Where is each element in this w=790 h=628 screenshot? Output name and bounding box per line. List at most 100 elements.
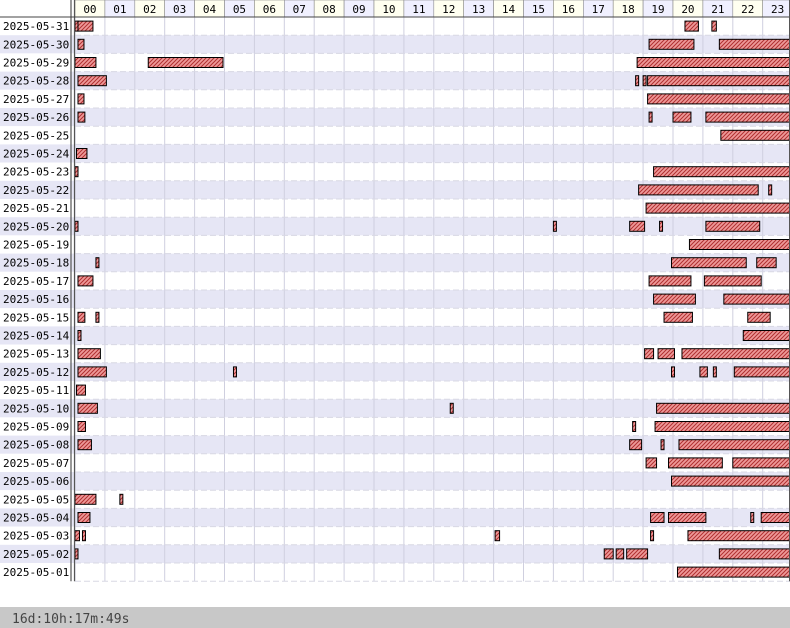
activity-bar xyxy=(77,330,82,341)
activity-bar xyxy=(648,111,653,123)
hour-tick-label: 05 xyxy=(233,3,246,16)
hour-tick-label: 19 xyxy=(651,3,664,16)
row-background xyxy=(0,544,790,563)
hour-header: 00 01 02 03 04 05 06 07 08 09 10 11 12 13 14 15 16 17 18 19… xyxy=(0,0,790,18)
activity-bar xyxy=(449,402,454,414)
date-label: 2025-05-28 xyxy=(3,75,69,88)
activity-bar xyxy=(681,348,790,360)
activity-bar xyxy=(760,512,790,523)
hour-tick-label: 22 xyxy=(741,3,754,16)
activity-bar xyxy=(756,257,777,269)
activity-bar xyxy=(632,421,637,432)
date-label: 2025-05-27 xyxy=(3,93,69,106)
activity-bar xyxy=(232,366,237,378)
hour-tick-label: 12 xyxy=(442,3,455,16)
row-background xyxy=(0,326,790,345)
activity-bar xyxy=(732,457,790,469)
activity-bar xyxy=(676,566,790,578)
activity-bar xyxy=(75,384,86,396)
date-label: 2025-05-26 xyxy=(3,111,69,124)
footer: 16d:10h:17m:49s xyxy=(0,607,790,628)
activity-bar xyxy=(74,548,79,560)
row-background xyxy=(0,526,790,545)
activity-bar xyxy=(74,220,79,232)
activity-bar xyxy=(77,111,86,123)
date-label: 2025-05-16 xyxy=(3,293,69,306)
activity-bar xyxy=(647,93,790,105)
activity-bar xyxy=(671,475,790,487)
hour-tick-label: 03 xyxy=(173,3,186,16)
date-label: 2025-05-09 xyxy=(3,421,69,434)
activity-bar xyxy=(660,439,665,451)
activity-bar xyxy=(75,148,88,159)
activity-bar xyxy=(723,293,790,305)
date-label: 2025-05-30 xyxy=(3,38,69,51)
activity-bar xyxy=(77,38,85,50)
activity-bar xyxy=(81,530,86,542)
activity-bar xyxy=(656,402,790,414)
activity-bar xyxy=(77,75,107,87)
activity-bar xyxy=(74,166,79,178)
hour-tick-label: 11 xyxy=(412,3,425,16)
hour-tick-label: 15 xyxy=(532,3,545,16)
activity-bar xyxy=(77,311,86,323)
hour-tick-label: 10 xyxy=(382,3,395,16)
date-label: 2025-05-01 xyxy=(3,566,69,579)
hour-tick-label: 07 xyxy=(293,3,306,16)
hour-tick-label: 09 xyxy=(352,3,365,16)
activity-bar xyxy=(629,439,643,451)
activity-bar xyxy=(712,366,717,378)
activity-bar xyxy=(629,220,646,232)
activity-bar xyxy=(626,548,649,560)
activity-bar xyxy=(654,421,790,432)
activity-bar xyxy=(653,293,696,305)
activity-bar xyxy=(659,220,664,232)
row-background xyxy=(0,235,790,254)
activity-bar xyxy=(645,457,658,469)
activity-bar xyxy=(648,38,695,50)
date-label: 2025-05-08 xyxy=(3,439,69,452)
activity-bar xyxy=(718,548,790,560)
date-label: 2025-05-21 xyxy=(3,202,69,215)
date-label: 2025-05-11 xyxy=(3,384,69,397)
activity-bar xyxy=(750,512,755,523)
activity-bar xyxy=(747,311,771,323)
row-background xyxy=(0,563,790,582)
hour-tick-label: 17 xyxy=(592,3,605,16)
activity-bar xyxy=(77,421,86,432)
date-label: 2025-05-23 xyxy=(3,166,69,179)
activity-bar xyxy=(77,20,94,32)
date-label: 2025-05-17 xyxy=(3,275,69,288)
hour-tick-label: 02 xyxy=(143,3,156,16)
date-label: 2025-05-19 xyxy=(3,239,69,252)
hour-tick-label: 13 xyxy=(472,3,485,16)
hour-tick-label: 18 xyxy=(622,3,635,16)
date-label: 2025-05-29 xyxy=(3,57,69,70)
date-label: 2025-05-15 xyxy=(3,311,69,324)
activity-bar xyxy=(647,75,790,87)
activity-bar xyxy=(678,439,790,451)
activity-bar xyxy=(688,239,790,250)
activity-bar xyxy=(657,348,675,360)
activity-bar xyxy=(147,57,224,68)
activity-bar xyxy=(650,512,665,523)
activity-bar xyxy=(705,220,761,232)
activity-bar xyxy=(699,366,708,378)
activity-bar xyxy=(603,548,614,560)
row-background xyxy=(0,217,790,236)
activity-bar xyxy=(74,530,80,542)
activity-bar xyxy=(645,202,790,214)
date-label: 2025-05-02 xyxy=(3,548,69,561)
activity-bar xyxy=(77,366,107,378)
activity-bar xyxy=(742,330,790,341)
date-label: 2025-05-12 xyxy=(3,366,69,379)
activity-bar xyxy=(77,275,94,287)
date-label: 2025-05-31 xyxy=(3,20,69,33)
row-background xyxy=(0,435,790,454)
row-background xyxy=(0,126,790,145)
date-label: 2025-05-25 xyxy=(3,129,69,142)
date-label: 2025-05-04 xyxy=(3,512,70,525)
activity-bar xyxy=(494,530,501,542)
activity-bar xyxy=(671,257,747,269)
activity-bar xyxy=(671,366,676,378)
